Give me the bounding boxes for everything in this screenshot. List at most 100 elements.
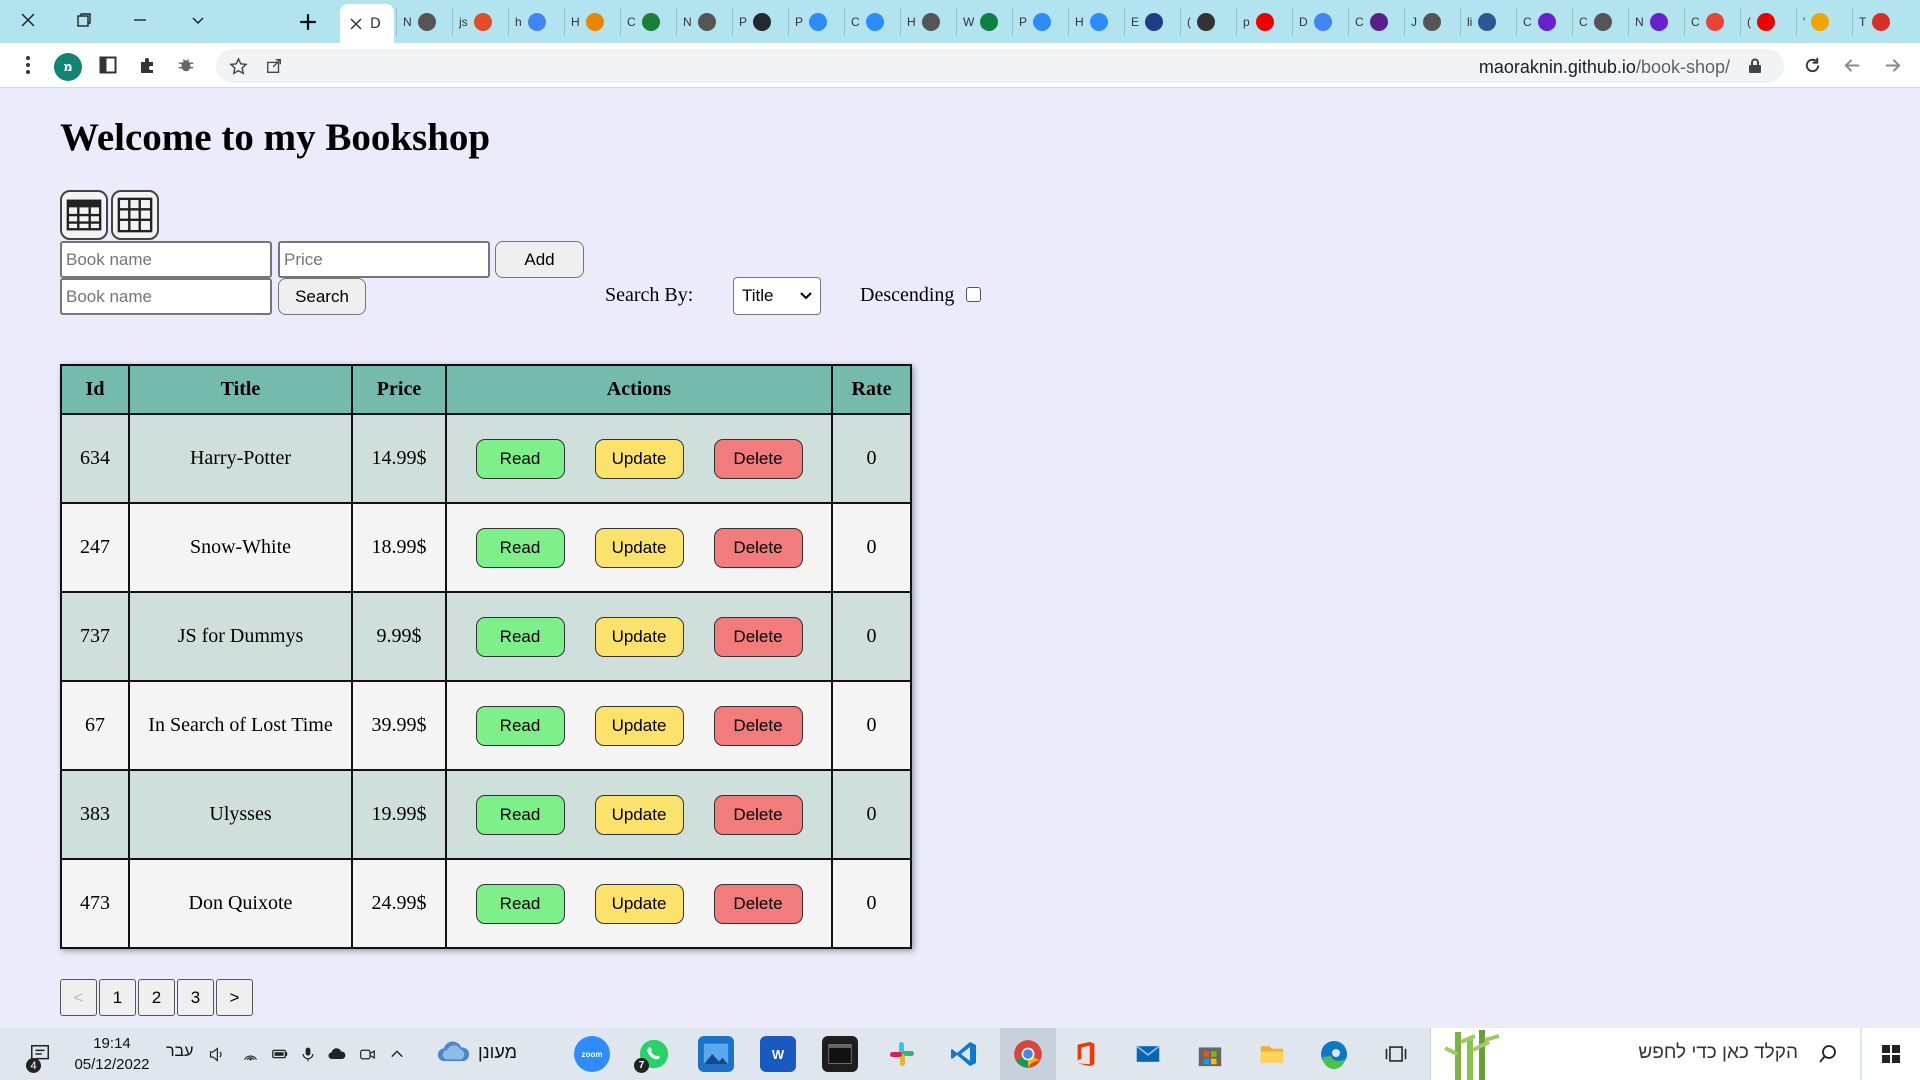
- browser-tab[interactable]: N: [676, 8, 732, 36]
- tab-active[interactable]: D: [340, 4, 394, 43]
- taskbar-chrome[interactable]: [1000, 1028, 1056, 1080]
- microphone-button[interactable]: [296, 1028, 320, 1080]
- close-window-button[interactable]: [0, 0, 56, 40]
- language-indicator[interactable]: עבר: [166, 1043, 193, 1061]
- update-button[interactable]: Update: [594, 616, 684, 657]
- browser-tab[interactable]: H: [900, 8, 956, 36]
- read-button[interactable]: Read: [475, 883, 565, 924]
- delete-button[interactable]: Delete: [713, 883, 803, 924]
- browser-tab[interactable]: ': [1796, 8, 1852, 36]
- url-text[interactable]: maoraknin.github.io/book-shop/: [1479, 57, 1730, 78]
- tab-search-button[interactable]: [170, 0, 226, 40]
- delete-button[interactable]: Delete: [713, 794, 803, 835]
- onedrive-button[interactable]: [324, 1028, 350, 1080]
- meet-now-button[interactable]: [354, 1028, 380, 1080]
- delete-button[interactable]: Delete: [713, 438, 803, 479]
- system-clock[interactable]: 19:14 05/12/2022: [60, 1033, 164, 1075]
- close-tab-icon[interactable]: [350, 17, 362, 30]
- taskbar-task-view[interactable]: [1378, 1036, 1414, 1072]
- address-bar[interactable]: maoraknin.github.io/book-shop/: [216, 49, 1784, 83]
- reload-button[interactable]: [1798, 51, 1826, 79]
- browser-tab[interactable]: C: [620, 8, 676, 36]
- browser-tab[interactable]: (: [1740, 8, 1796, 36]
- delete-button[interactable]: Delete: [713, 705, 803, 746]
- browser-tab[interactable]: T: [1852, 8, 1908, 36]
- taskbar-zoom[interactable]: zoom: [574, 1036, 610, 1072]
- descending-checkbox[interactable]: [966, 287, 981, 302]
- profile-avatar[interactable]: מ: [54, 53, 82, 81]
- browser-tab[interactable]: C: [1684, 8, 1740, 36]
- browser-tab[interactable]: C: [1516, 8, 1572, 36]
- forward-button[interactable]: [1838, 51, 1866, 79]
- browser-tab[interactable]: N: [396, 8, 452, 36]
- browser-tab[interactable]: h: [508, 8, 564, 36]
- browser-tab[interactable]: H: [564, 8, 620, 36]
- taskbar-office[interactable]: [1068, 1036, 1104, 1072]
- browser-tab[interactable]: N: [1628, 8, 1684, 36]
- update-button[interactable]: Update: [594, 705, 684, 746]
- search-by-select[interactable]: Title: [733, 277, 821, 315]
- back-button[interactable]: [1878, 51, 1906, 79]
- browser-tab[interactable]: js: [452, 8, 508, 36]
- next-page-button[interactable]: >: [216, 979, 253, 1016]
- browser-tab[interactable]: C: [1572, 8, 1628, 36]
- taskbar-terminal[interactable]: [822, 1036, 858, 1072]
- taskbar-vscode[interactable]: [946, 1036, 982, 1072]
- taskbar-photos[interactable]: [698, 1036, 734, 1072]
- read-button[interactable]: Read: [475, 527, 565, 568]
- update-button[interactable]: Update: [594, 438, 684, 479]
- page-button[interactable]: 3: [177, 979, 214, 1016]
- browser-tab[interactable]: C: [844, 8, 900, 36]
- side-panel-button[interactable]: [94, 51, 122, 79]
- start-button[interactable]: [1862, 1028, 1920, 1080]
- browser-tab[interactable]: (: [1180, 8, 1236, 36]
- network-button[interactable]: [238, 1028, 262, 1080]
- browser-tab[interactable]: P: [788, 8, 844, 36]
- extension-bug-button[interactable]: [172, 51, 200, 79]
- search-button[interactable]: Search: [278, 278, 366, 315]
- grid-view-button[interactable]: [111, 190, 159, 240]
- battery-button[interactable]: [268, 1028, 292, 1080]
- browser-tab[interactable]: p: [1236, 8, 1292, 36]
- taskbar-edge[interactable]: [1316, 1036, 1352, 1072]
- read-button[interactable]: Read: [475, 438, 565, 479]
- taskbar-slack[interactable]: [884, 1036, 920, 1072]
- extensions-button[interactable]: [134, 51, 162, 79]
- read-button[interactable]: Read: [475, 616, 565, 657]
- notifications-button[interactable]: 4: [20, 1028, 60, 1080]
- taskbar-store[interactable]: [1192, 1036, 1228, 1072]
- read-button[interactable]: Read: [475, 794, 565, 835]
- add-book-price-input[interactable]: [278, 241, 490, 278]
- browser-tab[interactable]: D: [1292, 8, 1348, 36]
- taskbar-whatsapp[interactable]: 7: [634, 1036, 672, 1073]
- lock-icon[interactable]: [1748, 58, 1762, 74]
- new-tab-button[interactable]: [290, 6, 326, 38]
- weather-widget[interactable]: מעונן: [436, 1041, 517, 1063]
- prev-page-button[interactable]: <: [60, 979, 97, 1016]
- browser-tab[interactable]: W: [956, 8, 1012, 36]
- taskbar-search-box[interactable]: הקלד כאן כדי לחפש: [1430, 1028, 1860, 1080]
- browser-tab[interactable]: li: [1460, 8, 1516, 36]
- browser-tab[interactable]: J: [1404, 8, 1460, 36]
- menu-button[interactable]: [14, 51, 42, 79]
- browser-tab[interactable]: E: [1124, 8, 1180, 36]
- update-button[interactable]: Update: [594, 794, 684, 835]
- add-book-name-input[interactable]: [60, 241, 272, 278]
- add-button[interactable]: Add: [495, 241, 584, 278]
- browser-tab[interactable]: P: [1012, 8, 1068, 36]
- update-button[interactable]: Update: [594, 527, 684, 568]
- restore-window-button[interactable]: [56, 0, 112, 40]
- search-book-name-input[interactable]: [60, 278, 272, 315]
- delete-button[interactable]: Delete: [713, 527, 803, 568]
- table-view-button[interactable]: [60, 190, 108, 240]
- taskbar-word[interactable]: W: [760, 1036, 796, 1072]
- share-button[interactable]: [260, 52, 288, 80]
- volume-button[interactable]: [204, 1028, 228, 1080]
- browser-tab[interactable]: C: [1348, 8, 1404, 36]
- browser-tab[interactable]: P: [732, 8, 788, 36]
- page-button[interactable]: 2: [138, 979, 175, 1016]
- read-button[interactable]: Read: [475, 705, 565, 746]
- delete-button[interactable]: Delete: [713, 616, 803, 657]
- taskbar-file-explorer[interactable]: [1254, 1036, 1290, 1072]
- taskbar-mail[interactable]: [1130, 1036, 1166, 1072]
